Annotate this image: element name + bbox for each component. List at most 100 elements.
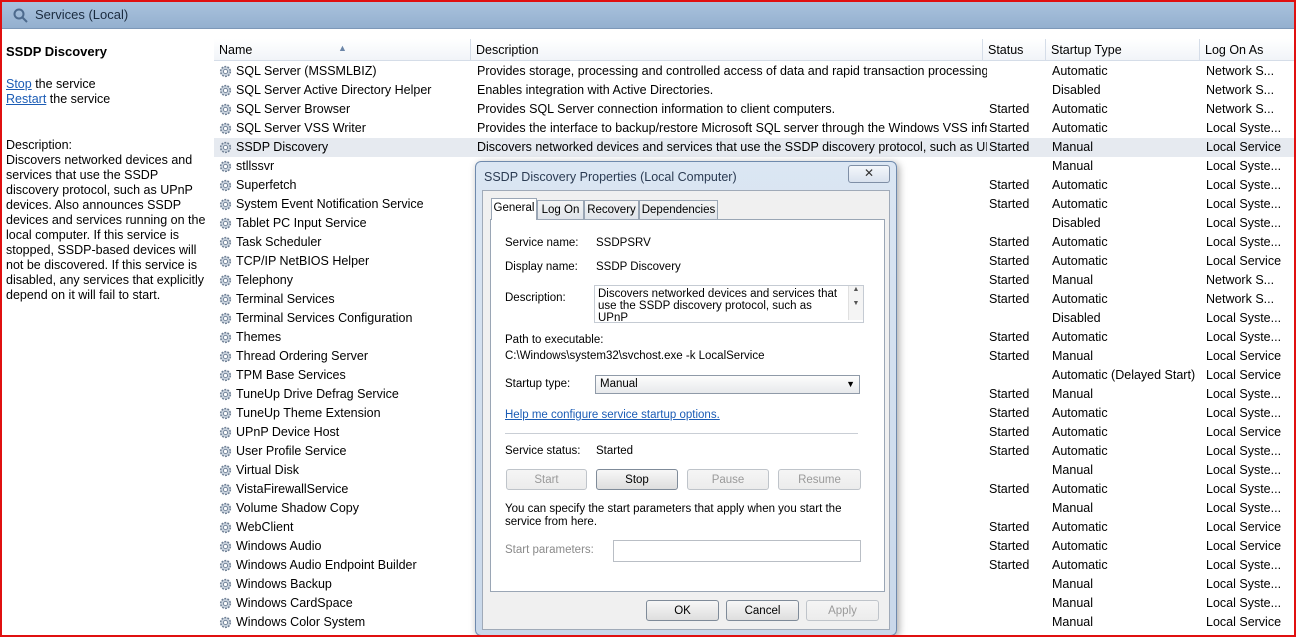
service-name: UPnP Device Host xyxy=(236,425,340,439)
start-parameters-note: You can specify the start parameters tha… xyxy=(505,503,842,528)
start-parameters-input[interactable] xyxy=(613,540,861,562)
tab-dependencies[interactable]: Dependencies xyxy=(639,200,718,219)
tab-log-on[interactable]: Log On xyxy=(537,200,584,219)
gear-icon xyxy=(219,293,232,306)
stop-service-link[interactable]: Stop xyxy=(6,77,32,91)
apply-button[interactable]: Apply xyxy=(806,600,879,621)
gear-icon xyxy=(219,388,232,401)
service-row[interactable]: SQL Server (MSSMLBIZ) Provides storage, p… xyxy=(214,62,1294,81)
service-row[interactable]: SQL Server Active Directory Helper Enable… xyxy=(214,81,1294,100)
startup-type-value: Manual xyxy=(600,378,638,390)
service-startup-type: Manual xyxy=(1052,159,1093,173)
ok-button[interactable]: OK xyxy=(646,600,719,621)
service-startup-type: Manual xyxy=(1052,140,1093,154)
gear-icon xyxy=(219,597,232,610)
stop-button[interactable]: Stop xyxy=(596,469,678,490)
services-icon xyxy=(13,8,28,23)
service-name-value: SSDPSRV xyxy=(596,237,651,249)
description-scrollbar[interactable]: ▲ ▼ xyxy=(848,286,863,320)
column-status[interactable]: Status xyxy=(983,39,1046,60)
service-name: Terminal Services Configuration xyxy=(236,311,413,325)
service-log-on-as: Network S... xyxy=(1206,292,1275,306)
column-log-on-as[interactable]: Log On As xyxy=(1200,39,1294,60)
gear-icon xyxy=(219,141,232,154)
tab-general[interactable]: General xyxy=(491,198,537,220)
service-status: Started xyxy=(989,349,1030,363)
gear-icon xyxy=(219,407,232,420)
service-name: Thread Ordering Server xyxy=(236,349,369,363)
restart-service-link[interactable]: Restart xyxy=(6,92,46,106)
service-description: Provides the interface to backup/restore… xyxy=(477,121,987,135)
service-name: Windows Backup xyxy=(236,577,332,591)
gear-icon xyxy=(219,331,232,344)
stop-action: Stop the service xyxy=(6,77,96,91)
service-name: Windows Audio xyxy=(236,539,322,553)
help-configure-link[interactable]: Help me configure service startup option… xyxy=(505,409,720,421)
start-button[interactable]: Start xyxy=(506,469,587,490)
service-startup-type: Automatic xyxy=(1052,539,1108,553)
service-name: Virtual Disk xyxy=(236,463,299,477)
service-status: Started xyxy=(989,482,1030,496)
start-parameters-label: Start parameters: xyxy=(505,544,594,556)
gear-icon xyxy=(219,350,232,363)
gear-icon xyxy=(219,578,232,591)
service-name: Task Scheduler xyxy=(236,235,322,249)
service-status: Started xyxy=(989,444,1030,458)
gear-icon xyxy=(219,521,232,534)
resume-button[interactable]: Resume xyxy=(778,469,861,490)
service-log-on-as: Local Syste... xyxy=(1206,159,1282,173)
column-name[interactable]: Name ▲ xyxy=(214,39,471,60)
service-row[interactable]: SQL Server VSS Writer Provides the interf… xyxy=(214,119,1294,138)
selected-service-title: SSDP Discovery xyxy=(6,44,107,59)
service-startup-type: Manual xyxy=(1052,501,1093,515)
service-log-on-as: Local Syste... xyxy=(1206,330,1282,344)
restart-action-suffix: the service xyxy=(46,92,111,106)
service-name: Terminal Services xyxy=(236,292,335,306)
service-description: Provides storage, processing and control… xyxy=(477,64,987,78)
window-title: Services (Local) xyxy=(35,7,129,22)
service-log-on-as: Local Syste... xyxy=(1206,216,1282,230)
dialog-title: SSDP Discovery Properties (Local Compute… xyxy=(484,170,737,184)
service-startup-type: Automatic xyxy=(1052,330,1108,344)
close-button[interactable]: ✕ xyxy=(848,165,890,183)
service-log-on-as: Local Syste... xyxy=(1206,482,1282,496)
gear-icon xyxy=(219,122,232,135)
sort-ascending-icon: ▲ xyxy=(338,43,347,53)
startup-type-select[interactable]: Manual ▼ xyxy=(595,375,860,394)
tab-recovery[interactable]: Recovery xyxy=(584,200,639,219)
extended-description-pane: SSDP Discovery Stop the service Restart … xyxy=(2,29,210,635)
general-tab-panel: Service name: SSDPSRV Display name: SSDP… xyxy=(490,219,885,592)
service-log-on-as: Network S... xyxy=(1206,102,1275,116)
service-log-on-as: Local Syste... xyxy=(1206,596,1282,610)
gear-icon xyxy=(219,502,232,515)
service-name: Superfetch xyxy=(236,178,297,192)
description-box[interactable]: Discovers networked devices and services… xyxy=(594,285,864,324)
service-startup-type: Automatic xyxy=(1052,406,1108,420)
gear-icon xyxy=(219,65,232,78)
service-startup-type: Manual xyxy=(1052,463,1093,477)
service-log-on-as: Local Service xyxy=(1206,615,1282,629)
pause-button[interactable]: Pause xyxy=(687,469,769,490)
service-status: Started xyxy=(989,406,1030,420)
gear-icon xyxy=(219,236,232,249)
separator xyxy=(505,433,858,434)
cancel-button[interactable]: Cancel xyxy=(726,600,799,621)
gear-icon xyxy=(219,426,232,439)
path-value: C:\Windows\system32\svchost.exe -k Local… xyxy=(505,350,765,362)
service-status: Started xyxy=(989,425,1030,439)
service-name: WebClient xyxy=(236,520,294,534)
service-row[interactable]: SSDP Discovery Discovers networked device… xyxy=(214,138,1294,157)
service-log-on-as: Network S... xyxy=(1206,273,1275,287)
service-description: Discovers networked devices and services… xyxy=(477,140,987,154)
service-log-on-as: Local Syste... xyxy=(1206,311,1282,325)
service-status: Started xyxy=(989,197,1030,211)
service-log-on-as: Local Syste... xyxy=(1206,121,1282,135)
service-name: TPM Base Services xyxy=(236,368,346,382)
service-name: VistaFirewallService xyxy=(236,482,349,496)
service-log-on-as: Local Service xyxy=(1206,425,1282,439)
column-description[interactable]: Description xyxy=(471,39,983,60)
description-text: Discovers networked devices and services… xyxy=(598,288,838,324)
column-startup-type[interactable]: Startup Type xyxy=(1046,39,1200,60)
service-row[interactable]: SQL Server Browser Provides SQL Server co… xyxy=(214,100,1294,119)
service-status: Started xyxy=(989,140,1030,154)
